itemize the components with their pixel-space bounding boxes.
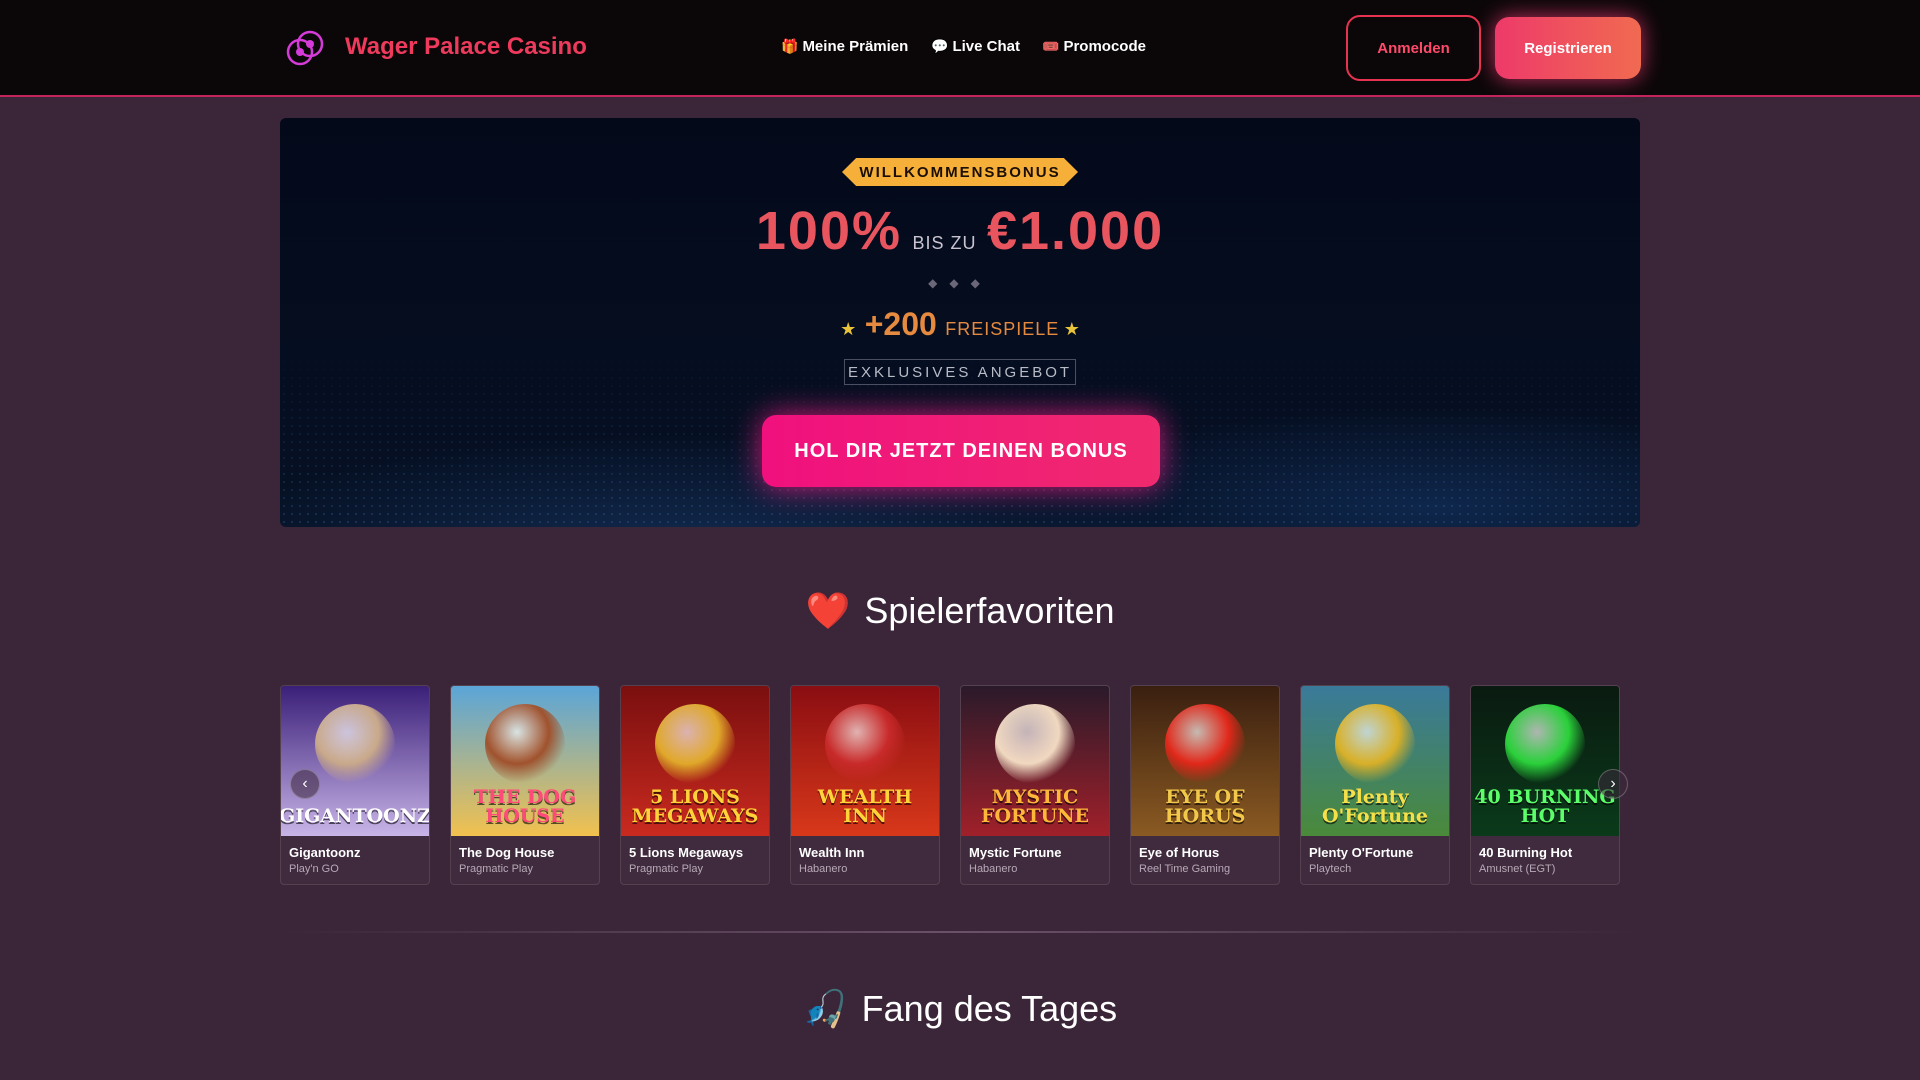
game-thumbnail[interactable]: MYSTIC FORTUNE [961,686,1109,836]
game-provider: Pragmatic Play [629,863,703,875]
game-card[interactable]: 5 LIONS MEGAWAYS 5 Lions Megaways Pragmati… [620,685,770,885]
game-title: 40 Burning Hot [1479,845,1573,860]
bonus-upto-label: BIS ZU [912,233,977,253]
nav-promocode-label: Promocode [1063,38,1146,55]
game-art-icon [655,704,735,784]
game-thumbnail[interactable]: EYE OF HORUS [1131,686,1279,836]
welcome-bonus-badge: WILLKOMMENSBONUS [842,158,1078,186]
game-provider: Pragmatic Play [459,863,533,875]
game-thumbnail[interactable]: Plenty O'Fortune [1301,686,1449,836]
game-logo-text: 40 BURNING HOT [1474,786,1616,827]
game-art-icon [995,704,1075,784]
game-logo-text: WEALTH INN [817,786,913,827]
game-card[interactable]: WEALTH INN Wealth Inn Habanero [790,685,940,885]
catch-of-the-day-title: 🎣 Fang des Tages [0,988,1920,1030]
game-title: Gigantoonz [289,845,361,860]
game-title: The Dog House [459,845,555,860]
favorites-section-title: ❤️ Spielerfavoriten [0,590,1920,632]
game-art-icon [825,704,905,784]
bonus-amount: €1.000 [986,201,1165,261]
game-provider: Habanero [969,863,1018,875]
game-title: Wealth Inn [799,845,865,860]
game-title: Mystic Fortune [969,845,1062,860]
game-provider: Reel Time Gaming [1139,863,1231,875]
nav-live-chat-label: Live Chat [952,38,1020,55]
game-logo-text: EYE OF HORUS [1164,786,1246,827]
nav-promocode[interactable]: 🎟️ Promocode [1042,38,1146,55]
game-card[interactable]: MYSTIC FORTUNE Mystic Fortune Habanero [960,685,1110,885]
game-art-icon [485,704,565,784]
casino-chips-logo-icon[interactable] [284,28,326,70]
welcome-bonus-banner: WILLKOMMENSBONUS 100% BIS ZU €1.000 ◆◆◆ … [280,118,1640,527]
nav-rewards[interactable]: 🎁 Meine Prämien [781,38,908,55]
diamond-divider-icon: ◆◆◆ [928,276,992,290]
game-logo-text: MYSTIC FORTUNE [980,786,1090,827]
game-provider: Amusnet (EGT) [1479,863,1556,875]
bonus-percent: 100% [755,201,903,261]
catch-title-text: Fang des Tages [861,988,1118,1029]
game-art-icon [1335,704,1415,784]
game-card[interactable]: THE DOG HOUSE The Dog House Pragmatic Play [450,685,600,885]
game-title: 5 Lions Megaways [629,845,744,860]
heart-icon: ❤️ [805,590,851,631]
section-divider [280,931,1640,933]
exclusive-offer-tag: EXKLUSIVES ANGEBOT [844,359,1076,385]
game-provider: Habanero [799,863,848,875]
game-thumbnail[interactable]: WEALTH INN [791,686,939,836]
chat-bubble-icon: 💬 [931,38,949,54]
register-button[interactable]: Registrieren [1495,17,1641,79]
carousel-next-arrow-icon[interactable]: › [1598,769,1628,799]
game-card[interactable]: Plenty O'Fortune Plenty O'Fortune Playtech [1300,685,1450,885]
game-logo-text: Plenty O'Fortune [1322,786,1428,827]
nav-rewards-label: Meine Prämien [802,38,909,55]
nav-live-chat[interactable]: 💬 Live Chat [931,38,1020,55]
free-spins-label: FREISPIELE [945,319,1060,339]
favorites-title-text: Spielerfavoriten [864,590,1115,631]
game-logo-text: GIGANTOONZ [281,805,429,827]
game-card[interactable]: EYE OF HORUS Eye of Horus Reel Time Gaming [1130,685,1280,885]
game-logo-text: 5 LIONS MEGAWAYS [631,786,759,827]
favorites-game-list: GIGANTOONZ Gigantoonz Play'n GO THE DOG HOU… [280,685,1620,885]
carousel-prev-arrow-icon[interactable]: ‹ [290,769,320,799]
ticket-icon: 🎟️ [1042,38,1060,54]
fishing-rod-icon: 🎣 [802,988,848,1029]
game-title: Plenty O'Fortune [1309,845,1414,860]
game-provider: Play'n GO [289,863,339,875]
game-art-icon [1505,704,1585,784]
star-icon: ★ [840,319,857,339]
login-button[interactable]: Anmelden [1346,15,1481,81]
game-provider: Playtech [1309,863,1352,875]
game-thumbnail[interactable]: 40 BURNING HOT [1471,686,1619,836]
game-thumbnail[interactable]: GIGANTOONZ [281,686,429,836]
site-header: Wager Palace Casino 🎁 Meine Prämien 💬 Li… [0,0,1920,97]
game-thumbnail[interactable]: 5 LIONS MEGAWAYS [621,686,769,836]
free-spins-count: +200 [864,306,937,342]
claim-bonus-button[interactable]: HOL DIR JETZT DEINEN BONUS [762,415,1160,487]
game-title: Eye of Horus [1139,845,1220,860]
game-logo-text: THE DOG HOUSE [473,786,577,827]
star-icon: ★ [1063,319,1080,339]
game-art-icon [315,704,395,784]
brand-name[interactable]: Wager Palace Casino [345,33,587,61]
game-art-icon [1165,704,1245,784]
game-thumbnail[interactable]: THE DOG HOUSE [451,686,599,836]
free-spins-line: ★ +200 FREISPIELE ★ [280,306,1640,343]
gift-icon: 🎁 [781,38,799,54]
bonus-amount-line: 100% BIS ZU €1.000 [280,200,1640,262]
